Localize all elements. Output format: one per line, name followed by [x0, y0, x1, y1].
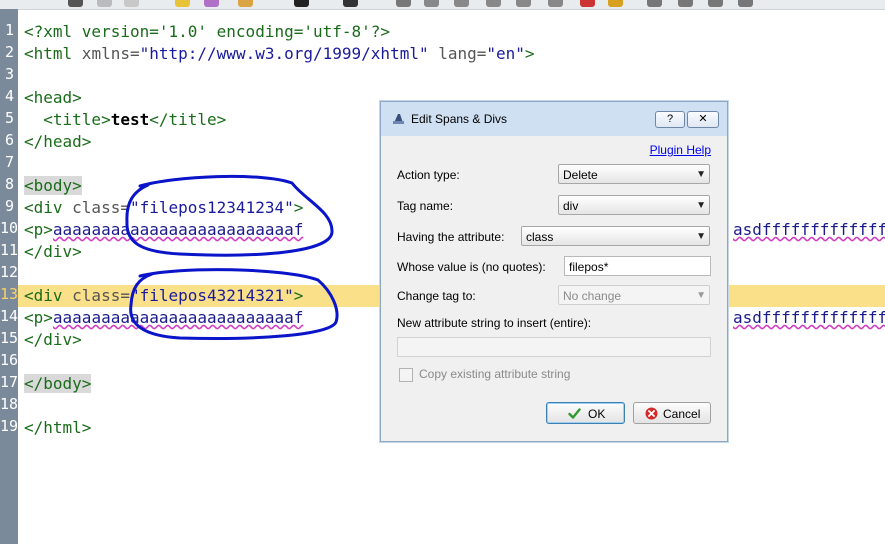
cancel-button[interactable]: Cancel — [633, 402, 711, 424]
new-attribute-label: New attribute string to insert (entire): — [397, 316, 592, 330]
action-type-label: Action type: — [397, 168, 460, 182]
cancel-icon — [645, 407, 658, 420]
change-tag-value: No change — [563, 289, 622, 303]
edit-spans-divs-dialog: Edit Spans & Divs ? ✕ Plugin Help Action… — [380, 101, 728, 442]
chevron-down-icon: ▼ — [696, 200, 706, 211]
copy-existing-label: Copy existing attribute string — [419, 367, 571, 381]
cancel-label: Cancel — [663, 407, 701, 421]
help-button[interactable]: ? — [655, 111, 685, 128]
dialog-title: Edit Spans & Divs — [411, 112, 508, 126]
new-attribute-input[interactable] — [397, 337, 711, 357]
tag-name-label: Tag name: — [397, 199, 454, 213]
dialog-title-bar[interactable]: Edit Spans & Divs ? ✕ — [381, 102, 727, 136]
ok-button[interactable]: OK — [546, 402, 625, 424]
annotation-circle-1 — [125, 174, 334, 257]
plugin-help-link[interactable]: Plugin Help — [650, 143, 711, 157]
action-type-select[interactable]: Delete ▼ — [558, 164, 710, 184]
change-tag-select[interactable]: No change ▼ — [558, 285, 710, 305]
edit-spans-icon — [393, 114, 404, 124]
chevron-down-icon: ▼ — [696, 290, 706, 301]
copy-existing-checkbox[interactable] — [399, 368, 413, 382]
having-attribute-label: Having the attribute: — [397, 230, 505, 244]
tag-name-select[interactable]: div ▼ — [558, 195, 710, 215]
ok-label: OK — [588, 407, 606, 421]
change-tag-label: Change tag to: — [397, 289, 476, 303]
chevron-down-icon: ▼ — [696, 169, 706, 180]
tag-name-value: div — [563, 199, 579, 213]
chevron-down-icon: ▼ — [696, 231, 706, 242]
action-type-value: Delete — [563, 168, 598, 182]
having-attribute-select[interactable]: class ▼ — [521, 226, 710, 246]
whose-value-label: Whose value is (no quotes): — [397, 260, 546, 274]
checkmark-icon — [568, 408, 581, 419]
close-button[interactable]: ✕ — [687, 111, 719, 128]
whose-value-input[interactable]: filepos* — [564, 256, 711, 276]
having-attribute-value: class — [526, 230, 554, 244]
annotation-circle-2 — [129, 268, 339, 340]
